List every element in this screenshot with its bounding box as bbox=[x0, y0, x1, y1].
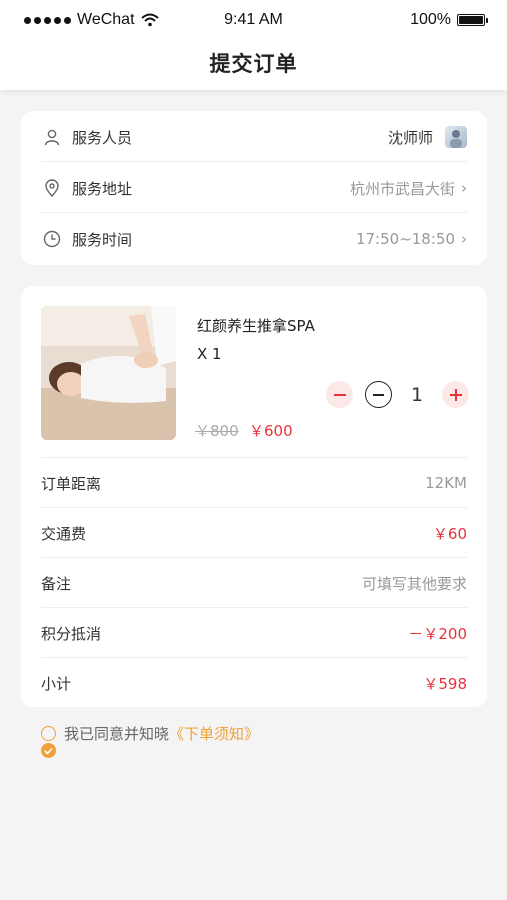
distance-row: 订单距离 12KM bbox=[41, 471, 467, 495]
battery-percent: 100% bbox=[410, 11, 451, 28]
product-count: X 1 bbox=[197, 345, 222, 363]
time-value: 17:50~18:50 bbox=[355, 230, 455, 248]
service-staff-row[interactable]: 服务人员 沈师师 bbox=[41, 124, 467, 150]
points-value: －￥200 bbox=[408, 624, 467, 643]
subtotal-label: 小计 bbox=[41, 674, 72, 693]
order-notice-link[interactable]: 《下单须知》 bbox=[169, 723, 259, 744]
clock-icon bbox=[41, 228, 63, 250]
divider bbox=[41, 161, 467, 162]
divider bbox=[41, 557, 467, 558]
battery-icon bbox=[457, 14, 488, 26]
decrease-button[interactable] bbox=[326, 381, 353, 408]
points-label: 积分抵消 bbox=[41, 624, 102, 643]
address-value-group: 杭州市武昌大街 › bbox=[350, 178, 467, 199]
service-info-card: 服务人员 沈师师 服务地址 杭州市武昌大街 › 服务时间 17:50~18:50… bbox=[21, 111, 487, 265]
location-pin-icon bbox=[41, 177, 63, 199]
chevron-right-icon: › bbox=[461, 230, 467, 248]
decrease-outline-button[interactable] bbox=[365, 381, 392, 408]
product-image bbox=[41, 306, 176, 440]
service-address-row[interactable]: 服务地址 杭州市武昌大街 › bbox=[41, 175, 467, 201]
distance-value: 12KM bbox=[425, 474, 467, 492]
chevron-right-icon: › bbox=[461, 179, 467, 197]
address-value: 杭州市武昌大街 bbox=[349, 179, 455, 198]
time-label: 服务时间 bbox=[72, 230, 133, 249]
traffic-label: 交通费 bbox=[41, 524, 87, 543]
agreement-row[interactable]: 我已同意并知晓 《下单须知》 bbox=[41, 723, 259, 744]
note-label: 备注 bbox=[41, 574, 72, 593]
traffic-fee-row: 交通费 ￥60 bbox=[41, 521, 467, 545]
note-input[interactable]: 可填写其他要求 bbox=[362, 573, 467, 594]
battery-group: 100% bbox=[410, 11, 488, 29]
quantity-stepper: 1 bbox=[326, 381, 469, 408]
staff-avatar bbox=[445, 126, 467, 148]
quantity-value: 1 bbox=[410, 383, 424, 406]
divider bbox=[41, 507, 467, 508]
note-row[interactable]: 备注 可填写其他要求 bbox=[41, 571, 467, 595]
original-price: ￥800 bbox=[195, 422, 239, 440]
agreement-text: 我已同意并知晓 bbox=[64, 725, 170, 743]
checked-radio-icon[interactable] bbox=[41, 743, 56, 758]
staff-value-group: 沈师师 bbox=[388, 126, 467, 148]
page-title: 提交订单 bbox=[209, 52, 298, 76]
subtotal-value: ￥598 bbox=[423, 674, 467, 693]
staff-name: 沈师师 bbox=[387, 128, 433, 147]
service-time-row[interactable]: 服务时间 17:50~18:50 › bbox=[41, 226, 467, 252]
product-name: 红颜养生推拿SPA bbox=[197, 317, 315, 335]
points-row: 积分抵消 －￥200 bbox=[41, 621, 467, 645]
divider bbox=[41, 657, 467, 658]
divider bbox=[41, 457, 467, 458]
order-detail-card: 红颜养生推拿SPA X 1 1 ￥800 ￥600 订单距离 12KM 交通费 … bbox=[21, 286, 487, 707]
agree-radio[interactable] bbox=[41, 726, 56, 741]
increase-button[interactable] bbox=[442, 381, 469, 408]
person-icon bbox=[41, 126, 63, 148]
sale-price: ￥600 bbox=[249, 422, 293, 440]
divider bbox=[41, 607, 467, 608]
subtotal-row: 小计 ￥598 bbox=[41, 671, 467, 695]
top-bar: WeChat 9:41 AM 100% 提交订单 bbox=[0, 0, 507, 90]
address-label: 服务地址 bbox=[72, 179, 133, 198]
divider bbox=[41, 212, 467, 213]
status-bar: WeChat 9:41 AM 100% bbox=[0, 0, 507, 40]
staff-label: 服务人员 bbox=[72, 128, 133, 147]
time-value-group: 17:50~18:50 › bbox=[356, 230, 467, 248]
traffic-value: ￥60 bbox=[432, 524, 467, 543]
distance-label: 订单距离 bbox=[41, 474, 102, 493]
